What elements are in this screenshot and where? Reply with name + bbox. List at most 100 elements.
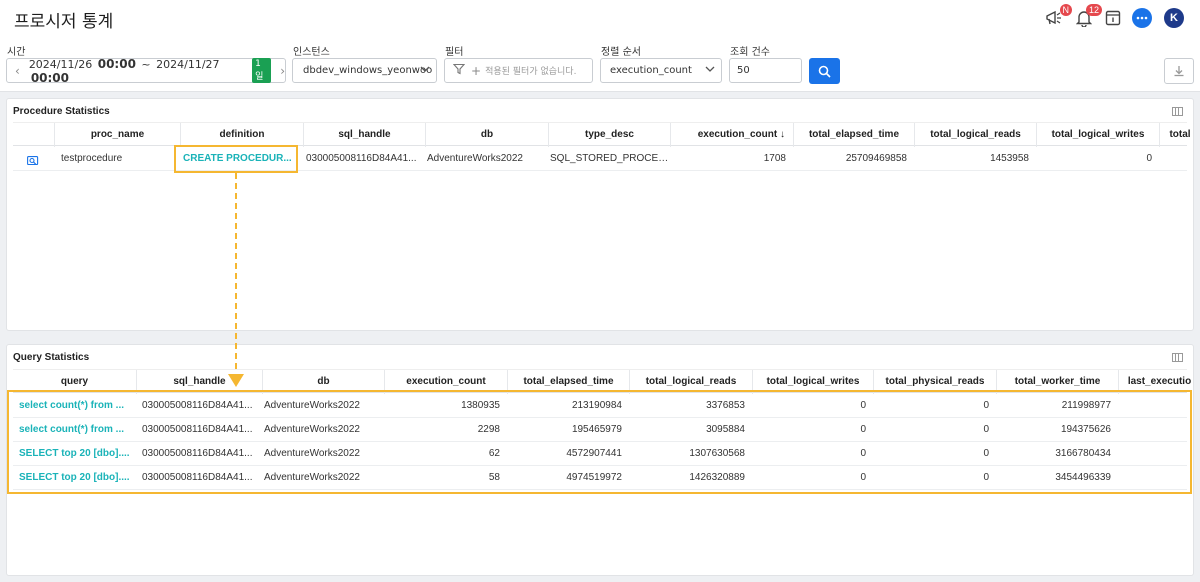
query-statistics-panel: Query Statistics query sql_handle db exe…: [6, 344, 1194, 576]
cell-total-physical-reads: 0: [983, 448, 989, 459]
sort-label: 정렬 순서: [601, 47, 641, 58]
col-total-physical-reads[interactable]: total_physical_reads: [874, 370, 997, 394]
col-db[interactable]: db: [263, 370, 385, 394]
page-header: 프로시저 통계 N 12 K: [0, 0, 1200, 36]
sort-select[interactable]: execution_count: [600, 58, 722, 83]
cell-sql-handle: 030005008116D84A41...: [142, 472, 253, 483]
date-separator: ~: [141, 57, 151, 71]
cell-total-worker-time: 194375626: [1060, 424, 1111, 435]
query-table-header: query sql_handle db execution_count tota…: [13, 369, 1191, 394]
col-db[interactable]: db: [426, 123, 549, 147]
search-icon: [818, 65, 831, 78]
cell-total-logical-reads: 1453958: [990, 153, 1029, 164]
cell-total-worker-time: 3454496339: [1055, 472, 1111, 483]
cell-query-link[interactable]: select count(*) from ...: [19, 418, 135, 442]
table-row[interactable]: select count(*) from ... 030005008116D84…: [13, 394, 1187, 418]
count-input[interactable]: 50: [729, 58, 802, 83]
download-icon: [1174, 66, 1184, 77]
filter-input[interactable]: + 적용된 필터가 없습니다.: [444, 58, 593, 83]
date-range-picker[interactable]: ‹ 2024/11/26 00:00 ~ 2024/11/27 00:00 1일…: [6, 56, 286, 85]
cell-db: AdventureWorks2022: [264, 472, 360, 483]
table-row[interactable]: testprocedure CREATE PROCEDUR... 0300050…: [13, 147, 1187, 171]
cell-execution-count: 1380935: [461, 400, 500, 411]
query-panel-title: Query Statistics: [13, 352, 90, 363]
cell-query-link[interactable]: select count(*) from ...: [19, 394, 135, 418]
cell-sql-handle: 030005008116D84A41...: [142, 424, 253, 435]
table-row[interactable]: SELECT top 20 [dbo].... 030005008116D84A…: [13, 442, 1187, 466]
cell-definition-link[interactable]: CREATE PROCEDUR...: [183, 147, 302, 171]
view-detail-icon[interactable]: [27, 153, 43, 165]
col-type-desc[interactable]: type_desc: [549, 123, 671, 147]
end-date: 2024/11/27: [156, 57, 220, 71]
connector-arrow-icon: [228, 374, 244, 387]
instance-value: dbdev_windows_yeonwoo: [303, 65, 433, 76]
chat-icon[interactable]: [1132, 8, 1152, 28]
col-total-logical-writes[interactable]: total_logical_writes: [1037, 123, 1160, 147]
cell-query-link[interactable]: SELECT top 20 [dbo]....: [19, 442, 135, 466]
col-total-worker-time[interactable]: total_worker_time: [997, 370, 1119, 394]
count-value: 50: [737, 65, 750, 76]
connector-dashed-line: [235, 173, 237, 369]
start-time: 00:00: [97, 56, 136, 71]
cell-total-elapsed-time: 4572907441: [566, 448, 622, 459]
megaphone-icon[interactable]: N: [1044, 4, 1072, 28]
instance-select[interactable]: dbdev_windows_yeonwoo: [292, 58, 437, 83]
filter-label: 필터: [445, 47, 464, 58]
count-label: 조회 건수: [730, 47, 770, 58]
cell-sql-handle: 030005008116D84A41...: [306, 153, 417, 164]
plus-icon[interactable]: +: [471, 64, 481, 78]
cell-query-link[interactable]: SELECT top 20 [dbo]....: [19, 466, 135, 490]
sort-desc-icon: ↓: [780, 129, 785, 140]
cell-sql-handle: 030005008116D84A41...: [142, 400, 253, 411]
chevron-right-icon[interactable]: ›: [280, 64, 285, 78]
chevron-down-icon: [420, 62, 430, 79]
cell-total-logical-writes: 0: [860, 472, 866, 483]
cell-total-physical-reads: 0: [983, 424, 989, 435]
col-total-logical-writes[interactable]: total_logical_writes: [753, 370, 874, 394]
alert-badge: 12: [1085, 4, 1102, 16]
chevron-left-icon[interactable]: ‹: [15, 64, 20, 78]
cell-total-logical-writes: 0: [1146, 153, 1152, 164]
bell-icon[interactable]: 12: [1074, 4, 1102, 28]
cell-execution-count: 2298: [477, 424, 500, 435]
col-query[interactable]: query: [13, 370, 137, 394]
col-sql-handle[interactable]: sql_handle: [137, 370, 263, 394]
column-settings-icon[interactable]: [1172, 107, 1183, 116]
cell-total-elapsed-time: 213190984: [571, 400, 622, 411]
col-total-logical-reads[interactable]: total_logical_reads: [630, 370, 753, 394]
avatar[interactable]: K: [1164, 8, 1184, 28]
col-sql-handle[interactable]: sql_handle: [304, 123, 426, 147]
cell-total-elapsed-time: 25709469858: [845, 153, 907, 164]
col-last-execution[interactable]: last_executio: [1119, 370, 1193, 394]
col-total[interactable]: total: [1160, 123, 1193, 147]
col-execution-count[interactable]: execution_count: [385, 370, 508, 394]
procedure-table-header: proc_name definition sql_handle db type_…: [13, 122, 1191, 147]
page-title: 프로시저 통계: [14, 12, 114, 32]
table-row[interactable]: select count(*) from ... 030005008116D84…: [13, 418, 1187, 442]
info-panel-icon[interactable]: [1103, 8, 1123, 28]
cell-total-physical-reads: 0: [983, 400, 989, 411]
col-proc-name[interactable]: proc_name: [55, 123, 181, 147]
col-total-elapsed-time[interactable]: total_elapsed_time: [794, 123, 915, 147]
column-settings-icon[interactable]: [1172, 353, 1183, 362]
cell-total-logical-writes: 0: [860, 400, 866, 411]
search-button[interactable]: [809, 58, 840, 84]
col-total-logical-reads[interactable]: total_logical_reads: [915, 123, 1037, 147]
cell-total-logical-writes: 0: [860, 448, 866, 459]
cell-total-physical-reads: 0: [983, 472, 989, 483]
time-label: 시간: [7, 47, 26, 58]
cell-db: AdventureWorks2022: [427, 153, 523, 164]
cell-type-desc: SQL_STORED_PROCED...: [550, 153, 669, 164]
col-total-elapsed-time[interactable]: total_elapsed_time: [508, 370, 630, 394]
cell-execution-count: 1708: [763, 153, 786, 164]
col-definition[interactable]: definition: [181, 123, 304, 147]
download-button[interactable]: [1164, 58, 1194, 84]
cell-execution-count: 62: [488, 448, 500, 459]
cell-total-logical-reads: 3095884: [706, 424, 745, 435]
table-row[interactable]: SELECT top 20 [dbo].... 030005008116D84A…: [13, 466, 1187, 490]
filter-placeholder: 적용된 필터가 없습니다.: [485, 67, 577, 77]
chevron-down-icon: [705, 62, 715, 79]
cell-total-worker-time: 3166780434: [1055, 448, 1111, 459]
end-time: 00:00: [30, 70, 70, 85]
col-execution-count[interactable]: execution_count ↓: [671, 123, 794, 147]
